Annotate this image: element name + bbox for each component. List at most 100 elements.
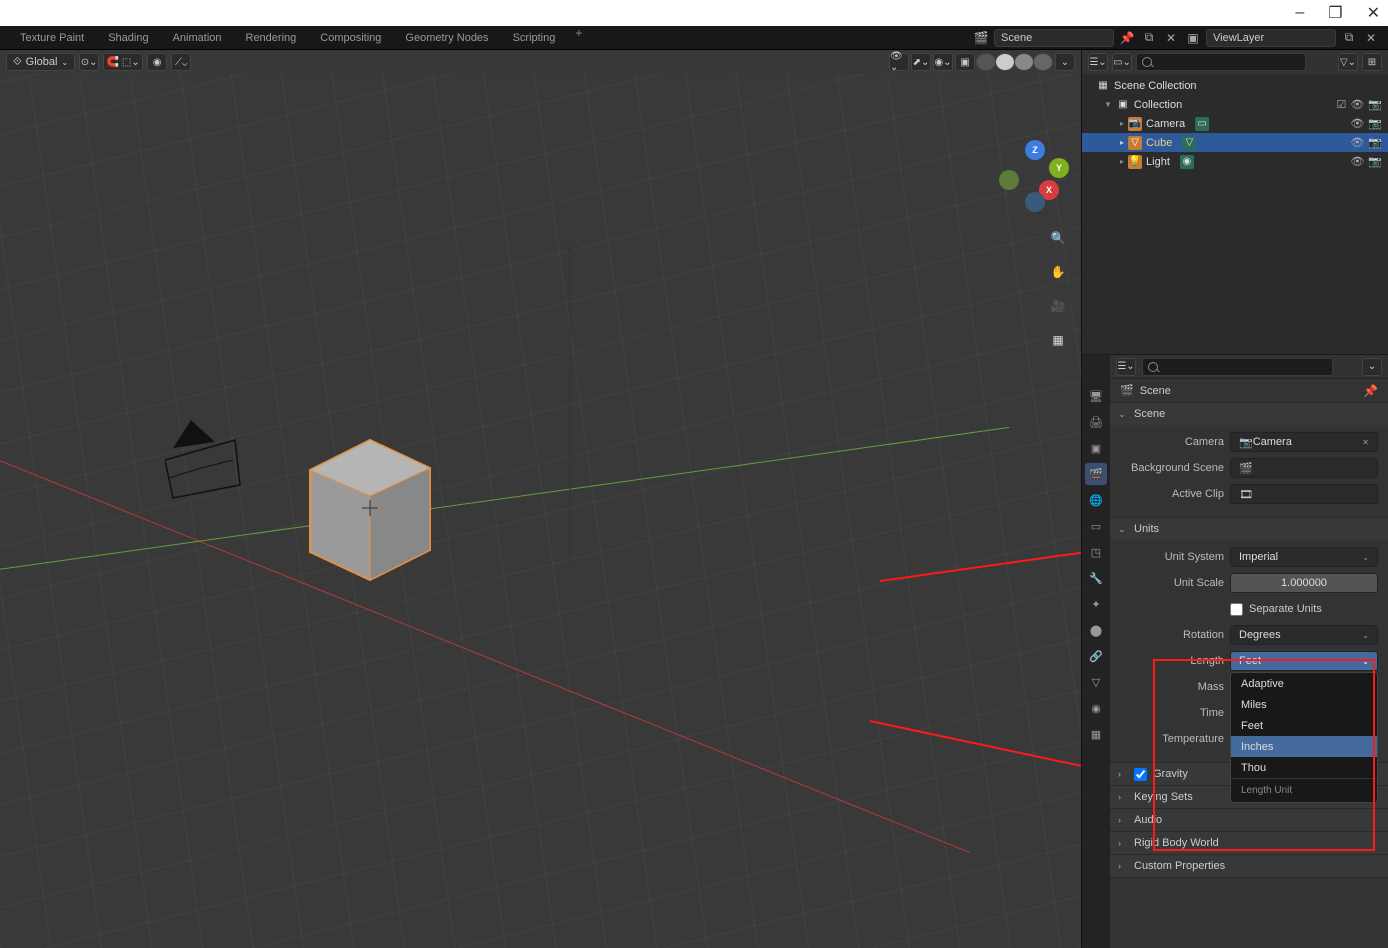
scene-pin-icon[interactable]: 📌 — [1118, 29, 1136, 47]
nav-gizmo[interactable]: Z Y X — [999, 140, 1071, 212]
visibility-dropdown[interactable]: 👁⌄ — [889, 53, 909, 71]
proportional-falloff-dropdown[interactable]: ⟋⌄ — [171, 53, 191, 71]
proportional-toggle[interactable]: ◉ — [147, 53, 167, 71]
bg-scene-field[interactable]: 🎬 — [1230, 458, 1378, 478]
tab-geometry-nodes[interactable]: Geometry Nodes — [393, 26, 500, 49]
ptab-collection-icon[interactable]: ▭ — [1085, 515, 1107, 537]
viewlayer-browse-icon[interactable]: ▣ — [1184, 29, 1202, 47]
separate-units-checkbox[interactable] — [1230, 603, 1243, 616]
length-option-miles[interactable]: Miles — [1231, 694, 1377, 715]
zoom-tool-icon[interactable]: 🔍 — [1045, 225, 1071, 251]
outliner-mode-dropdown[interactable]: ☰⌄ — [1088, 53, 1108, 71]
ptab-material-icon[interactable]: ◉ — [1085, 697, 1107, 719]
collection-exclude-checkbox[interactable]: ☑ — [1336, 98, 1346, 111]
active-clip-field[interactable]: 🎞 — [1230, 484, 1378, 504]
ptab-world-icon[interactable]: 🌐 — [1085, 489, 1107, 511]
rotation-dropdown[interactable]: Degrees⌄ — [1230, 625, 1378, 645]
shading-solid-icon[interactable] — [995, 53, 1015, 71]
ptab-render-icon[interactable]: 🖥 — [1085, 385, 1107, 407]
panel-custom-header[interactable]: ›Custom Properties — [1110, 855, 1388, 877]
outliner-item-cube[interactable]: ▸ ▽ Cube ▽ 👁📷 — [1082, 133, 1388, 152]
shading-material-icon[interactable] — [1014, 53, 1034, 71]
viewlayer-field[interactable]: ViewLayer — [1206, 29, 1336, 47]
ptab-texture-icon[interactable]: ▦ — [1085, 723, 1107, 745]
camera-icon[interactable]: 📷 — [1368, 155, 1382, 168]
ptab-physics-icon[interactable]: ⬤ — [1085, 619, 1107, 641]
window-maximize-icon[interactable]: ❐ — [1328, 3, 1342, 23]
outliner-item-camera[interactable]: ▸ 📷 Camera ▭ 👁📷 — [1082, 114, 1388, 133]
length-dropdown[interactable]: Feet⌄ — [1230, 651, 1378, 671]
shading-wireframe-icon[interactable] — [976, 53, 996, 71]
gravity-checkbox[interactable] — [1134, 768, 1147, 781]
length-option-adaptive[interactable]: Adaptive — [1231, 673, 1377, 694]
ptab-viewlayer-icon[interactable]: ▣ — [1085, 437, 1107, 459]
eye-icon[interactable]: 👁 — [1350, 117, 1364, 130]
ptab-output-icon[interactable]: 🖨 — [1085, 411, 1107, 433]
window-close-icon[interactable]: ✕ — [1367, 3, 1380, 23]
snap-toggle[interactable]: 🧲 ⬚⌄ — [103, 53, 143, 71]
gizmo-z-axis[interactable]: Z — [1025, 140, 1045, 160]
eye-icon[interactable]: 👁 — [1350, 98, 1364, 111]
props-options-icon[interactable]: ⌄ — [1362, 358, 1382, 376]
tab-rendering[interactable]: Rendering — [234, 26, 309, 49]
outliner-display-dropdown[interactable]: ▭⌄ — [1112, 53, 1132, 71]
ptab-data-icon[interactable]: ▽ — [1085, 671, 1107, 693]
outliner-collection[interactable]: ▼ ▣ Collection ☑👁📷 — [1082, 95, 1388, 114]
outliner-scene-collection[interactable]: ▦ Scene Collection — [1082, 76, 1388, 95]
add-workspace-button[interactable]: + — [567, 26, 590, 49]
unit-scale-field[interactable]: 1.000000 — [1230, 573, 1378, 593]
pin-icon[interactable]: 📌 — [1363, 384, 1378, 398]
scene-new-icon[interactable]: ⧉ — [1140, 29, 1158, 47]
eye-icon[interactable]: 👁 — [1350, 136, 1364, 149]
viewlayer-delete-icon[interactable]: ✕ — [1362, 29, 1380, 47]
props-search-input[interactable] — [1142, 358, 1333, 376]
outliner-new-collection-icon[interactable]: ⊞ — [1362, 53, 1382, 71]
light-object[interactable] — [555, 235, 585, 578]
scene-browse-icon[interactable]: 🎬 — [972, 29, 990, 47]
pivot-dropdown[interactable]: ⊙⌄ — [79, 53, 99, 71]
cube-object[interactable] — [300, 430, 440, 585]
tab-scripting[interactable]: Scripting — [501, 26, 568, 49]
gizmo-dropdown[interactable]: ⬈⌄ — [911, 53, 931, 71]
props-mode-dropdown[interactable]: ☰⌄ — [1116, 358, 1136, 376]
viewport-3d[interactable]: ⟐Global⌄ ⊙⌄ 🧲 ⬚⌄ ◉ ⟋⌄ 👁⌄ ⬈⌄ ◉⌄ ▣ ⌄ Optio… — [0, 50, 1081, 948]
ptab-particles-icon[interactable]: ✦ — [1085, 593, 1107, 615]
outliner-item-light[interactable]: ▸ 💡 Light ◉ 👁📷 — [1082, 152, 1388, 171]
outliner-search-input[interactable] — [1136, 53, 1306, 71]
length-option-feet[interactable]: Feet — [1231, 715, 1377, 736]
overlay-dropdown[interactable]: ◉⌄ — [933, 53, 953, 71]
ptab-scene-icon[interactable]: 🎬 — [1085, 463, 1107, 485]
outliner-filter-icon[interactable]: ▽⌄ — [1338, 53, 1358, 71]
gizmo-neg-z[interactable] — [1025, 192, 1045, 212]
panel-rigid-header[interactable]: ›Rigid Body World — [1110, 832, 1388, 854]
camera-icon[interactable]: 📷 — [1368, 98, 1382, 111]
camera-icon[interactable]: 📷 — [1368, 117, 1382, 130]
perspective-toggle-icon[interactable]: ▦ — [1045, 327, 1071, 353]
shading-dropdown[interactable]: ⌄ — [1055, 53, 1075, 71]
orientation-dropdown[interactable]: ⟐Global⌄ — [6, 53, 75, 71]
ptab-object-icon[interactable]: ◳ — [1085, 541, 1107, 563]
ptab-constraints-icon[interactable]: 🔗 — [1085, 645, 1107, 667]
pan-tool-icon[interactable]: ✋ — [1045, 259, 1071, 285]
length-option-thou[interactable]: Thou — [1231, 757, 1377, 778]
gizmo-y-axis[interactable]: Y — [1049, 158, 1069, 178]
viewlayer-new-icon[interactable]: ⧉ — [1340, 29, 1358, 47]
scene-delete-icon[interactable]: ✕ — [1162, 29, 1180, 47]
gizmo-neg-y[interactable] — [999, 170, 1019, 190]
shading-modes[interactable] — [977, 53, 1053, 71]
scene-field[interactable]: Scene — [994, 29, 1114, 47]
unit-system-dropdown[interactable]: Imperial⌄ — [1230, 547, 1378, 567]
tab-animation[interactable]: Animation — [161, 26, 234, 49]
tab-shading[interactable]: Shading — [96, 26, 160, 49]
tab-compositing[interactable]: Compositing — [308, 26, 393, 49]
camera-icon[interactable]: 📷 — [1368, 136, 1382, 149]
panel-audio-header[interactable]: ›Audio — [1110, 809, 1388, 831]
shading-rendered-icon[interactable] — [1033, 53, 1053, 71]
camera-object[interactable] — [165, 420, 255, 513]
window-minimize-icon[interactable]: – — [1295, 4, 1304, 22]
camera-field[interactable]: 📷 Camera✕ — [1230, 432, 1378, 452]
eye-icon[interactable]: 👁 — [1350, 155, 1364, 168]
xray-toggle[interactable]: ▣ — [955, 53, 975, 71]
panel-units-header[interactable]: ⌄Units — [1110, 518, 1388, 540]
ptab-modifiers-icon[interactable]: 🔧 — [1085, 567, 1107, 589]
